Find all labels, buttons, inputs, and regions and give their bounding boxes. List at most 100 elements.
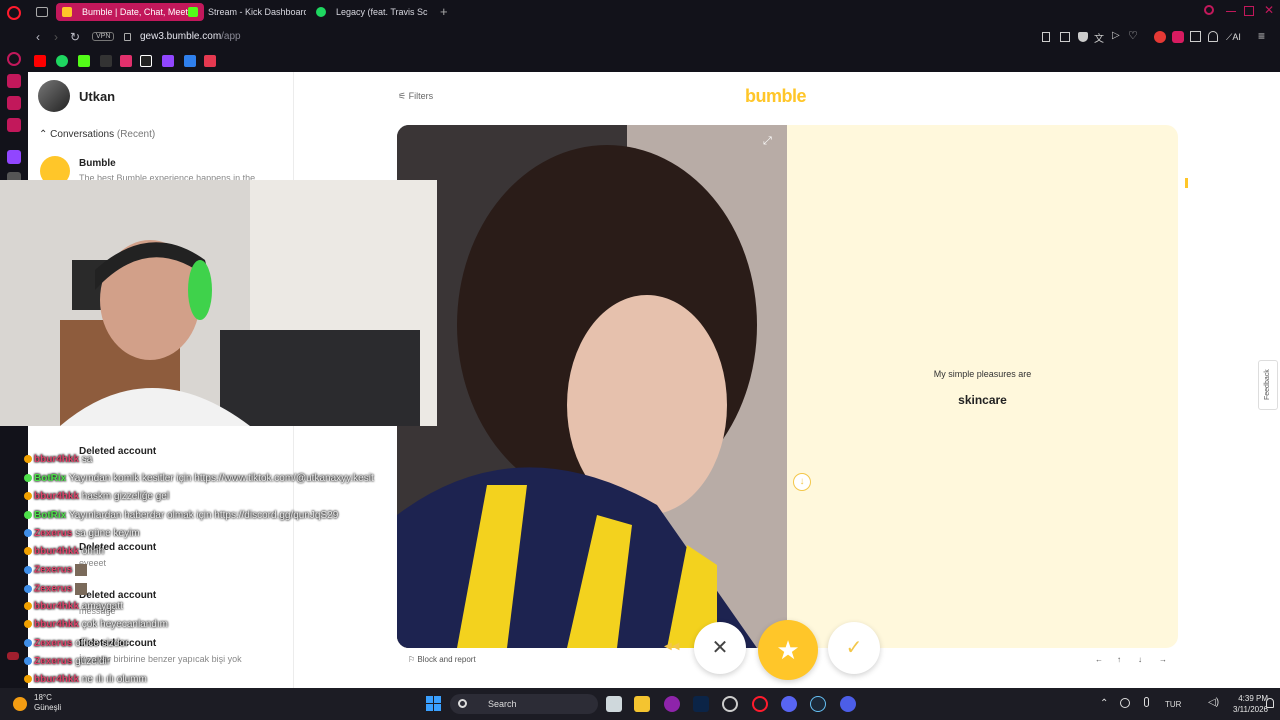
instagram-bookmark-icon[interactable]: [120, 55, 132, 67]
extension-pink-icon[interactable]: [1172, 31, 1184, 43]
play-icon[interactable]: ▷: [1112, 30, 1120, 41]
arrow-down-key[interactable]: ↓: [1138, 655, 1142, 664]
search-icon: [458, 699, 467, 708]
ai-button[interactable]: ⟋AI: [1226, 32, 1241, 43]
notification-bell-icon[interactable]: [1266, 698, 1274, 708]
steam-alt-icon[interactable]: [722, 696, 738, 712]
spotify-icon: [316, 7, 326, 17]
steam-icon[interactable]: [810, 696, 826, 712]
extensions-icon[interactable]: [1190, 31, 1201, 42]
chat-message: Zexerus sa güne keyim: [24, 528, 140, 544]
profile-photo[interactable]: ⤢: [397, 125, 787, 648]
maximize-button[interactable]: [1244, 6, 1254, 16]
badge-icon: [24, 492, 32, 501]
game-bookmark-icon[interactable]: [204, 55, 216, 67]
close-window-button[interactable]: ✕: [1264, 3, 1274, 17]
profile-icon[interactable]: [1208, 31, 1218, 42]
translate-icon[interactable]: 文: [1094, 30, 1104, 45]
twitch-side-icon[interactable]: [7, 150, 21, 164]
bumble-icon: [62, 7, 72, 17]
bookmarks-bar: [28, 52, 1280, 72]
badge-icon: [24, 620, 32, 629]
game-app-icon[interactable]: [840, 696, 856, 712]
windows-start-icon[interactable]: [426, 696, 441, 711]
vpn-badge[interactable]: VPN: [92, 32, 115, 41]
superswipe-button[interactable]: ★: [758, 620, 818, 680]
bookmark-icon[interactable]: [1042, 32, 1050, 42]
pass-button[interactable]: ✕: [694, 622, 746, 674]
x-bookmark-icon[interactable]: [100, 55, 112, 67]
task-view-icon[interactable]: [606, 696, 622, 712]
chat-message: bbur4hkk haskm gizzeliğe gel: [24, 491, 169, 507]
filters-button[interactable]: ⚟ Filters: [398, 91, 433, 102]
tab-panel-icon[interactable]: [36, 7, 48, 17]
language-indicator[interactable]: TUR: [1165, 700, 1181, 709]
arrow-left-key[interactable]: ←: [1095, 655, 1103, 664]
forward-icon[interactable]: ›: [54, 30, 58, 44]
tiktok-bookmark-icon[interactable]: [140, 55, 152, 67]
chat-message: bbur4hkk çok heyecanlandım: [24, 619, 168, 635]
bumble-chat-name[interactable]: Bumble: [79, 158, 116, 169]
instagram-side-icon[interactable]: [7, 118, 21, 132]
gx-icon[interactable]: [7, 652, 19, 660]
arrow-right-key[interactable]: →: [1159, 655, 1167, 664]
file-explorer-icon[interactable]: [634, 696, 650, 712]
new-tab-button[interactable]: +: [440, 4, 448, 19]
backtrack-icon[interactable]: ◀◀: [664, 641, 679, 652]
arrow-up-key[interactable]: ↑: [1117, 655, 1121, 664]
url-field[interactable]: gew3.bumble.com/app: [140, 31, 241, 42]
snapshot-icon[interactable]: [1060, 32, 1070, 42]
tray-chevron-icon[interactable]: ⌃: [1100, 698, 1108, 709]
adblock-icon[interactable]: [1154, 31, 1166, 43]
conversations-header[interactable]: ⌃ Conversations (Recent): [39, 129, 155, 140]
tray-speaker-icon[interactable]: ◁): [1208, 697, 1219, 708]
taskbar-search[interactable]: Search: [450, 694, 598, 714]
tray-mic-icon[interactable]: [1144, 697, 1149, 707]
minimize-button[interactable]: [1226, 11, 1236, 12]
purple-app-icon[interactable]: [664, 696, 680, 712]
chat-message: Zexerus: [24, 564, 88, 580]
menu-icon[interactable]: ≡: [1258, 29, 1265, 43]
search-tabs-icon[interactable]: [1204, 5, 1214, 15]
heart-icon[interactable]: ♡: [1128, 29, 1138, 42]
bot-badge-icon: [24, 474, 32, 483]
username: Utkan: [79, 89, 116, 104]
scroll-down-icon[interactable]: ↓: [793, 473, 811, 491]
kick-bookmark-icon[interactable]: [78, 55, 90, 67]
expand-icon[interactable]: ⤢: [763, 135, 772, 148]
bumble-logo: bumble: [745, 86, 807, 106]
back-icon[interactable]: ‹: [36, 30, 40, 44]
like-button[interactable]: ✓: [828, 622, 880, 674]
weather-icon[interactable]: [13, 697, 27, 711]
teams-bookmark-icon[interactable]: [184, 55, 196, 67]
bot-badge-icon: [24, 511, 32, 520]
tab-spotify[interactable]: Legacy (feat. Travis Sc: [310, 3, 434, 21]
opera-taskbar-icon[interactable]: [752, 696, 768, 712]
badge-icon: [24, 566, 32, 574]
shield-icon[interactable]: [1078, 32, 1088, 42]
chat-message: Zexerus office sizdor: [24, 638, 128, 654]
aria-icon[interactable]: [7, 52, 21, 66]
chat-message: Zexerus güzeldir: [24, 656, 110, 672]
badge-icon: [24, 639, 32, 648]
block-report-link[interactable]: ⚐ Block and report: [408, 655, 476, 664]
workspace-icon[interactable]: [7, 74, 21, 88]
badge-icon: [24, 547, 32, 556]
conversation-name[interactable]: Deleted account: [79, 590, 156, 601]
weather-widget[interactable]: 18°C Güneşli: [34, 693, 61, 713]
discord-icon[interactable]: [781, 696, 797, 712]
tab-kick[interactable]: Stream - Kick Dashboard: [182, 3, 306, 21]
chat-message: BotRix Yayınlardan haberdar olmak için h…: [24, 510, 338, 526]
reload-icon[interactable]: ↻: [70, 30, 80, 44]
twitch-bookmark-icon[interactable]: [162, 55, 174, 67]
youtube-icon[interactable]: [34, 55, 46, 67]
opera-logo-icon[interactable]: [7, 6, 21, 20]
messenger-icon[interactable]: [7, 96, 21, 110]
photoshop-icon[interactable]: [693, 696, 709, 712]
prompt-answer: skincare: [958, 393, 1007, 407]
avatar[interactable]: [38, 80, 70, 112]
tray-network-icon[interactable]: [1120, 698, 1130, 708]
clock[interactable]: 4:39 PM 3/11/2026: [1228, 693, 1268, 715]
feedback-tab[interactable]: Feedback: [1258, 360, 1278, 410]
spotify-bookmark-icon[interactable]: [56, 55, 68, 67]
